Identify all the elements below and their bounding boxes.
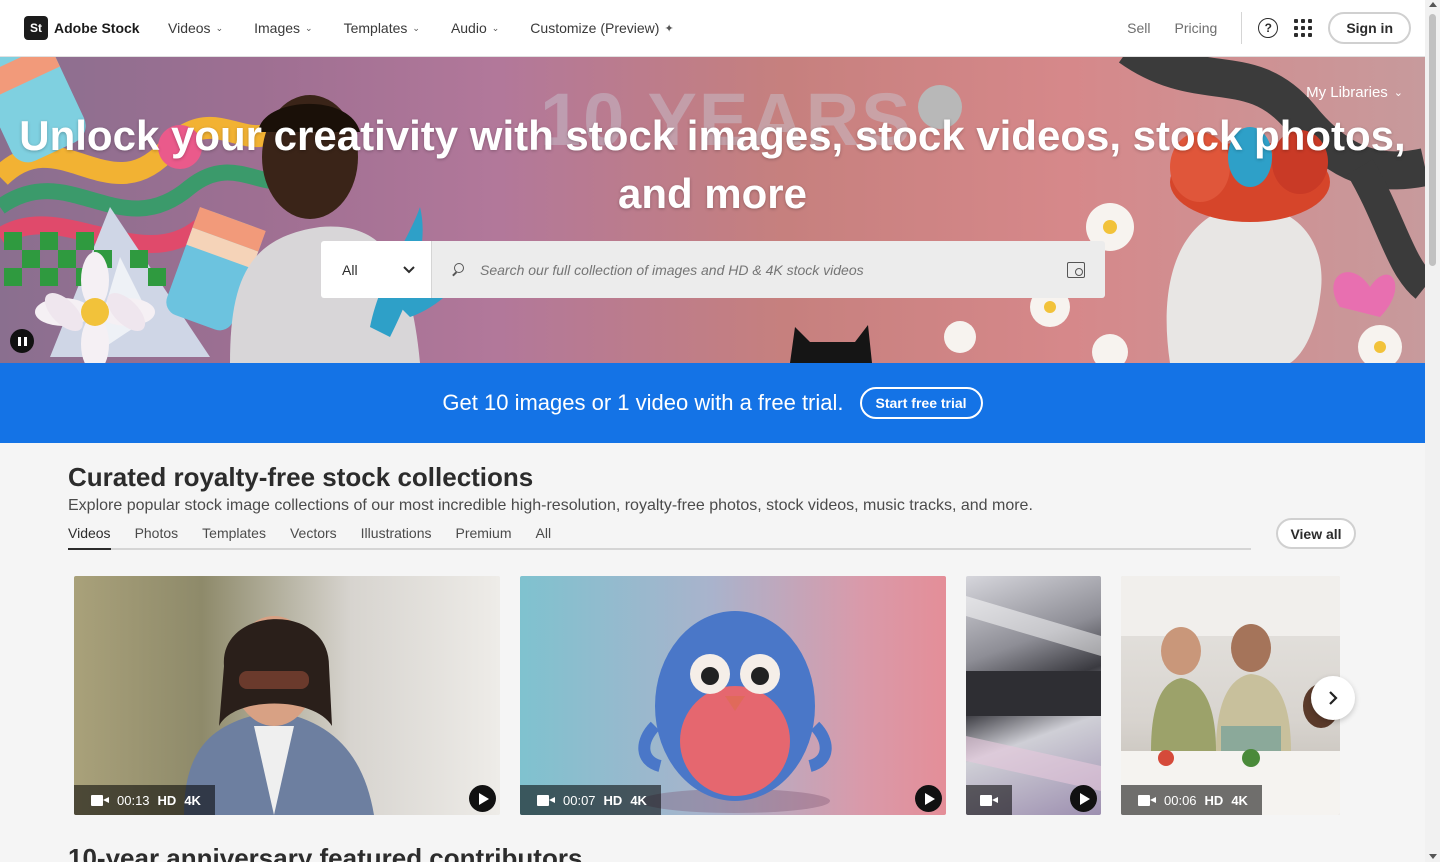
top-header: St Adobe Stock Videos ⌄ Images ⌄ Templat…: [0, 0, 1425, 57]
header-divider: [1241, 12, 1243, 44]
video-camera-icon: [1138, 794, 1156, 806]
help-icon[interactable]: ?: [1258, 18, 1279, 38]
video-meta-bar: [966, 785, 1012, 815]
search-bar: All: [321, 241, 1105, 298]
nav-customize-label: Customize (Preview): [530, 20, 660, 36]
logo-mark: St: [24, 16, 48, 40]
adobe-stock-logo[interactable]: St Adobe Stock: [24, 16, 140, 40]
video-duration: 00:07: [563, 792, 596, 808]
tab-videos[interactable]: Videos: [68, 523, 111, 550]
video-thumbnail: [1121, 576, 1340, 815]
chevron-down-icon: ⌄: [215, 22, 224, 33]
tab-photos[interactable]: Photos: [135, 523, 179, 550]
nav-audio[interactable]: Audio ⌄: [451, 20, 499, 36]
nav-templates-label: Templates: [343, 20, 408, 36]
video-thumbnail: [184, 616, 374, 815]
tab-all[interactable]: All: [536, 523, 552, 550]
pause-icon[interactable]: [10, 329, 34, 353]
hero-banner: 10 YEARS My Libraries ⌄ Unlock your crea…: [0, 57, 1425, 363]
nav-customize[interactable]: Customize (Preview) ✦: [530, 20, 673, 36]
logo-text: Adobe Stock: [54, 20, 140, 36]
section-title: Curated royalty-free stock collections: [68, 462, 534, 492]
video-meta-bar: 00:06 HD 4K: [1121, 785, 1262, 815]
scrollbar-thumb[interactable]: [1429, 14, 1436, 266]
chevron-down-icon: ⌄: [412, 22, 420, 33]
video-thumbnail: [638, 611, 832, 813]
sell-link[interactable]: Sell: [1127, 20, 1150, 36]
section-subtitle: Explore popular stock image collections …: [68, 497, 1033, 514]
adobe-stock-page: St Adobe Stock Videos ⌄ Images ⌄ Templat…: [0, 0, 1440, 862]
video-camera-icon: [91, 794, 109, 806]
video-camera-icon: [980, 794, 998, 806]
visual-search-icon[interactable]: [1067, 261, 1085, 278]
nav-images[interactable]: Images ⌄: [254, 20, 312, 36]
nav-audio-label: Audio: [450, 20, 487, 36]
video-card[interactable]: 00:06 HD 4K: [1121, 576, 1340, 815]
video-camera-icon: [537, 794, 555, 806]
tab-vectors[interactable]: Vectors: [290, 523, 337, 550]
free-trial-banner: Get 10 images or 1 video with a free tri…: [0, 363, 1425, 443]
video-card[interactable]: [966, 576, 1101, 815]
featured-contributors-title: 10-year anniversary featured contributor…: [68, 843, 583, 862]
chevron-down-icon: ⌄: [1393, 87, 1403, 99]
apps-grid-icon[interactable]: [1294, 19, 1313, 37]
my-libraries-button[interactable]: My Libraries ⌄: [1306, 84, 1403, 101]
play-icon[interactable]: [915, 785, 942, 812]
nav-videos-label: Videos: [168, 20, 211, 36]
hd-badge: HD: [157, 792, 177, 808]
search-category-select[interactable]: All: [321, 241, 432, 298]
4k-badge: 4K: [184, 792, 201, 808]
tab-premium[interactable]: Premium: [455, 523, 511, 550]
search-box: [432, 241, 1105, 298]
hero-title: Unlock your creativity with stock images…: [19, 112, 1406, 217]
video-card[interactable]: 00:07 HD 4K: [520, 576, 946, 815]
chevron-right-icon: [1329, 691, 1338, 705]
main-nav: Videos ⌄ Images ⌄ Templates ⌄ Audio ⌄ Cu…: [168, 0, 705, 56]
video-thumbnail: [966, 596, 1101, 791]
chevron-down-icon: [403, 265, 415, 273]
curated-collections-section: Curated royalty-free stock collections E…: [0, 443, 1425, 862]
4k-badge: 4K: [1231, 792, 1248, 808]
video-carousel: 00:13 HD 4K 00:07 HD 4K 00:06 HD 4K: [74, 576, 1340, 815]
search-input[interactable]: [480, 261, 1067, 278]
video-duration: 00:13: [117, 792, 150, 808]
4k-badge: 4K: [630, 792, 647, 808]
sign-in-button[interactable]: Sign in: [1328, 12, 1411, 44]
right-nav: Sell Pricing ? Sign in: [1127, 0, 1411, 56]
my-libraries-label: My Libraries: [1306, 84, 1388, 101]
sparkle-icon: ✦: [664, 22, 674, 35]
play-icon[interactable]: [1070, 785, 1097, 812]
view-all-button[interactable]: View all: [1276, 518, 1356, 549]
nav-videos[interactable]: Videos ⌄: [168, 20, 223, 36]
play-icon[interactable]: [469, 785, 496, 812]
video-card[interactable]: 00:13 HD 4K: [74, 576, 500, 815]
start-free-trial-button[interactable]: Start free trial: [859, 387, 983, 419]
video-meta-bar: 00:07 HD 4K: [520, 785, 661, 815]
pricing-link[interactable]: Pricing: [1175, 20, 1218, 36]
search-category-value: All: [342, 261, 358, 278]
scroll-down-arrow-icon[interactable]: [1429, 854, 1437, 859]
free-trial-text: Get 10 images or 1 video with a free tri…: [442, 390, 844, 415]
chevron-down-icon: ⌄: [305, 22, 313, 33]
tab-illustrations[interactable]: Illustrations: [361, 523, 432, 550]
carousel-next-button[interactable]: [1311, 676, 1355, 720]
tab-templates[interactable]: Templates: [202, 523, 266, 550]
scroll-up-arrow-icon[interactable]: [1429, 2, 1437, 7]
video-meta-bar: 00:13 HD 4K: [74, 785, 215, 815]
nav-templates[interactable]: Templates ⌄: [344, 20, 420, 36]
collection-tabs: Videos Photos Templates Vectors Illustra…: [68, 523, 1251, 550]
search-icon: [452, 262, 466, 277]
chevron-down-icon: ⌄: [491, 22, 500, 33]
hd-badge: HD: [1204, 792, 1224, 808]
hd-badge: HD: [603, 792, 623, 808]
nav-images-label: Images: [254, 20, 301, 36]
page-scrollbar[interactable]: [1425, 0, 1440, 862]
video-duration: 00:06: [1164, 792, 1197, 808]
